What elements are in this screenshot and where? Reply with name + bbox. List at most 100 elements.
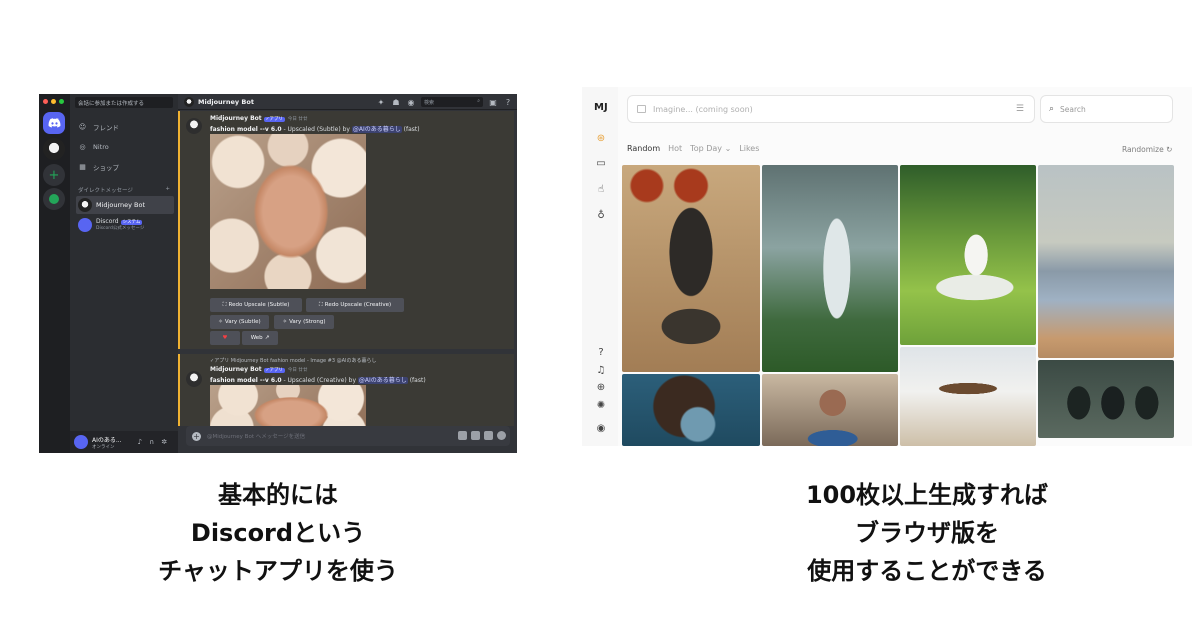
gif-icon[interactable] — [471, 431, 480, 440]
gallery-tile-character[interactable] — [622, 374, 760, 446]
imagine-placeholder: Imagine... (coming soon) — [653, 104, 753, 114]
caption-right-line-1: 100枚以上生成すれば — [805, 481, 1049, 509]
emoji-icon[interactable] — [497, 431, 506, 440]
channel-header: Midjourney Bot ✦ ☗ ◉ 検索 ⌕ ▣ ? — [178, 94, 517, 110]
dm-discord-system[interactable]: Discord システム Discord公式メッセージ — [76, 216, 174, 234]
inbox-icon[interactable]: ▣ — [488, 97, 498, 107]
explore-icon[interactable]: ⊛ — [595, 132, 607, 144]
redo-upscale-subtle-button[interactable]: ⛶ Redo Upscale (Subtle) — [210, 298, 302, 312]
user-mention[interactable]: @AIのある暮らし — [357, 377, 408, 384]
gallery-tile-dark-figures[interactable] — [1038, 360, 1174, 438]
add-server-icon[interactable]: + — [43, 164, 65, 186]
wand-icon: ✧ — [218, 319, 223, 325]
close-dot[interactable] — [43, 99, 48, 104]
gallery-tile-chandelier[interactable] — [900, 347, 1036, 446]
header-search-input[interactable]: 検索 ⌕ — [421, 97, 483, 107]
user-avatar[interactable] — [74, 435, 88, 449]
caption-right-line-2: ブラウザ版を — [855, 519, 999, 547]
vary-strong-button[interactable]: ✧ Vary (Strong) — [274, 315, 334, 329]
redo-upscale-creative-button[interactable]: ⛶ Redo Upscale (Creative) — [306, 298, 404, 312]
members-icon[interactable]: ☗ — [391, 97, 401, 107]
headphones-icon[interactable]: ∩ — [149, 438, 154, 446]
slide: + 会話に参加または作成する ☺ フレンド ◎ Nitro ▦ ショップ ダイレ… — [0, 0, 1200, 630]
expand-icon: ⛶ — [222, 301, 227, 308]
search-input[interactable]: ⌕ Search — [1040, 95, 1173, 123]
message-header: Midjourney Bot ✓アプリ 今日 廿廿 — [210, 115, 307, 122]
midjourney-server-icon[interactable] — [43, 138, 65, 160]
new-dm-icon[interactable]: + — [165, 186, 170, 192]
minimize-dot[interactable] — [51, 99, 56, 104]
search-icon: ⌕ — [477, 98, 480, 104]
attach-icon[interactable]: + — [192, 431, 201, 441]
reply-preview[interactable]: ✓アプリ Midjourney Bot fashion model - Imag… — [210, 357, 377, 364]
bot-avatar[interactable] — [186, 118, 202, 134]
bell-icon[interactable]: ♫ — [595, 364, 607, 376]
lightbulb-icon[interactable]: ♁ — [595, 209, 607, 221]
caption-left-line-3: チャットアプリを使う — [158, 557, 398, 585]
prompt-bold: fashion model --v 6.0 — [210, 126, 282, 133]
app-badge: ✓アプリ — [263, 117, 285, 122]
explore-icon[interactable] — [43, 188, 65, 210]
input-placeholder: @Midjourney Bot へメッセージを送信 — [207, 434, 306, 440]
upscaled-image[interactable] — [210, 134, 366, 289]
gallery-tile-waterfall[interactable] — [762, 165, 898, 372]
tab-likes[interactable]: Likes — [739, 144, 759, 153]
gallery-tile-stressed-man[interactable] — [762, 374, 898, 446]
compass-icon[interactable]: ✺ — [595, 399, 607, 411]
profile-icon[interactable]: ◉ — [406, 97, 416, 107]
pin-icon[interactable]: ✦ — [376, 97, 386, 107]
maximize-dot[interactable] — [59, 99, 64, 104]
button-label: Redo Upscale (Subtle) — [228, 302, 290, 308]
discord-home-icon[interactable] — [43, 112, 65, 134]
mj-logo[interactable]: MJ — [594, 102, 608, 113]
gallery-tile-mandala[interactable] — [622, 165, 760, 372]
imagine-input[interactable]: Imagine... (coming soon) ☰ — [627, 95, 1035, 123]
header-actions: ✦ ☗ ◉ 検索 ⌕ ▣ ? — [376, 97, 513, 107]
nav-nitro[interactable]: ◎ Nitro — [76, 140, 174, 154]
nav-nitro-label: Nitro — [93, 143, 109, 151]
author-name[interactable]: Midjourney Bot — [210, 366, 262, 373]
image-icon — [637, 105, 646, 113]
nav-friends[interactable]: ☺ フレンド — [76, 120, 174, 134]
author-name[interactable]: Midjourney Bot — [210, 115, 262, 122]
caption-left-line-2: Discordという — [190, 519, 366, 547]
mj-sidebar: MJ ⊛ ▭ ☝ ♁ ? ♫ ⊕ ✺ ◉ — [582, 87, 618, 446]
help-icon[interactable]: ? — [503, 97, 513, 107]
channel-avatar — [184, 96, 194, 107]
account-icon[interactable]: ◉ — [595, 422, 607, 434]
channel-title: Midjourney Bot — [198, 97, 254, 106]
gallery-tile-milk-carton[interactable] — [900, 165, 1036, 345]
like-icon[interactable]: ☝ — [595, 183, 607, 195]
bot-avatar[interactable] — [186, 371, 202, 387]
dm-name: Discord — [96, 218, 119, 225]
header-search-placeholder: 検索 — [424, 100, 435, 106]
user-name: AIのある... — [92, 436, 122, 444]
globe-icon[interactable]: ⊕ — [595, 381, 607, 393]
window-controls[interactable] — [43, 99, 64, 104]
button-label: Redo Upscale (Creative) — [324, 302, 392, 308]
microphone-icon[interactable]: ♪ — [138, 438, 142, 446]
settings-sliders-icon[interactable]: ☰ — [1016, 104, 1024, 114]
randomize-button[interactable]: Randomize ↻ — [1122, 145, 1172, 154]
caption-right: 100枚以上生成すれば ブラウザ版を 使用することができる — [677, 476, 1177, 590]
refresh-icon: ↻ — [1166, 145, 1173, 154]
gallery-icon[interactable]: ▭ — [595, 157, 607, 169]
vary-subtle-button[interactable]: ✧ Vary (Subtle) — [210, 315, 269, 329]
tab-hot[interactable]: Hot — [668, 144, 682, 153]
message-input[interactable]: + @Midjourney Bot へメッセージを送信 — [186, 426, 510, 446]
sticker-icon[interactable] — [484, 431, 493, 440]
heart-button[interactable]: ♥ — [210, 331, 240, 345]
gift-icon[interactable] — [458, 431, 467, 440]
dm-midjourney-bot[interactable]: Midjourney Bot — [76, 196, 174, 214]
help-icon[interactable]: ? — [595, 346, 607, 358]
heart-icon: ♥ — [222, 335, 228, 341]
dm-search-input[interactable]: 会話に参加または作成する — [75, 97, 173, 108]
feed-tabs: Random Hot Top Day ⌄ Likes — [627, 144, 759, 153]
nav-shop[interactable]: ▦ ショップ — [76, 160, 174, 174]
user-mention[interactable]: @AIのある暮らし — [351, 126, 402, 133]
tab-random[interactable]: Random — [627, 144, 660, 153]
settings-icon[interactable]: ✲ — [161, 438, 167, 446]
gallery-tile-river[interactable] — [1038, 165, 1174, 358]
tab-top-day[interactable]: Top Day ⌄ — [690, 144, 731, 153]
web-button[interactable]: Web ↗ — [242, 331, 278, 345]
